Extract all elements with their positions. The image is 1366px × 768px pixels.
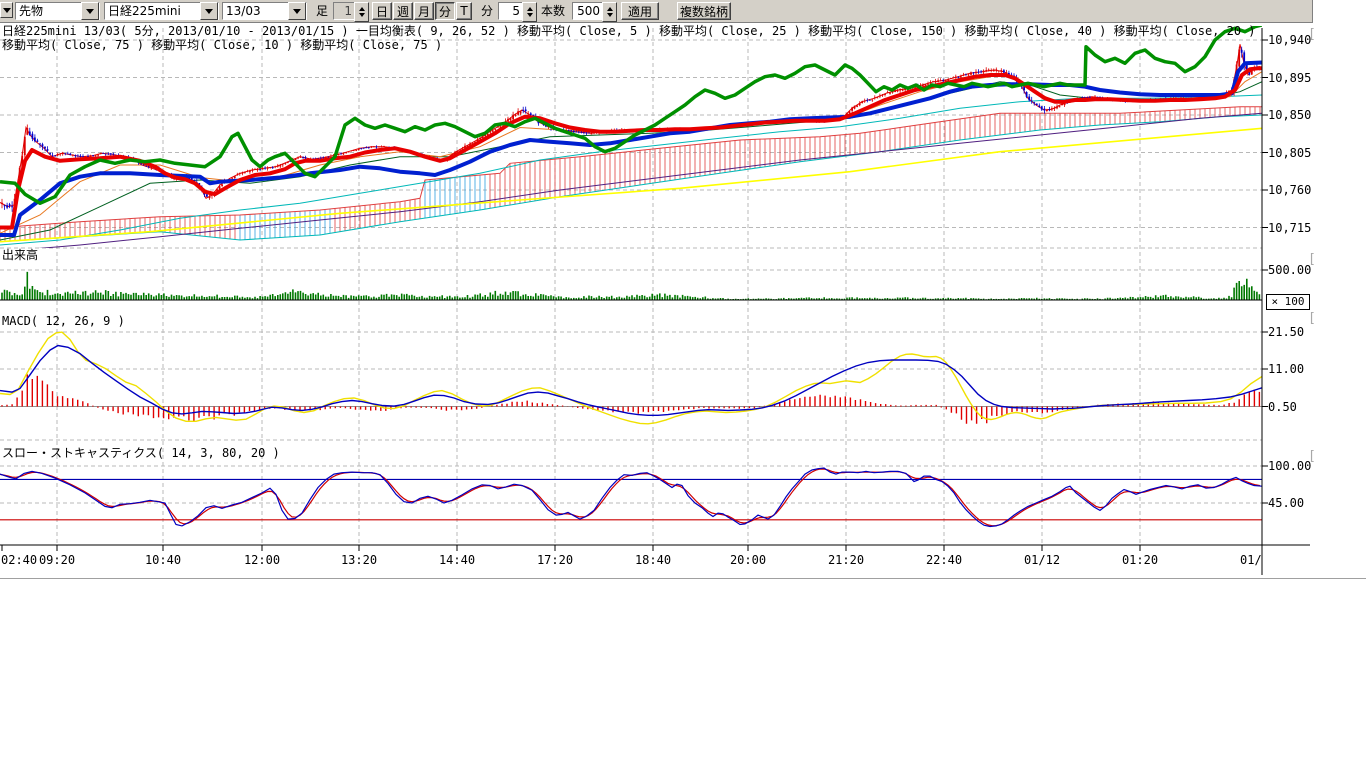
period-button-weekly[interactable]: 週 bbox=[393, 2, 413, 20]
spinner-arrows-icon[interactable] bbox=[354, 2, 369, 22]
ichimoku-cloud-hatch-blue bbox=[240, 175, 485, 240]
x-axis-tick-label: 21:20 bbox=[828, 553, 864, 567]
stoch-pane-label: スロー・ストキャスティクス( 14, 3, 80, 20 ) bbox=[2, 447, 280, 460]
grid-lines bbox=[0, 28, 1262, 545]
toolbar: 先物 日経225mini 13/03 足 1 日 週 月 分 T 分 5 本数 … bbox=[0, 0, 1313, 23]
instrument-type-value: 先物 bbox=[16, 3, 81, 19]
y-axis-label: 45.00 bbox=[1268, 496, 1304, 510]
chevron-down-icon bbox=[3, 8, 11, 13]
bars-value[interactable]: 500 bbox=[572, 2, 602, 20]
yellow-ma bbox=[0, 128, 1262, 241]
pane-handle-icon: [ bbox=[1308, 449, 1316, 464]
x-axis-tick-label: 01:20 bbox=[1122, 553, 1158, 567]
y-axis-label: 11.00 bbox=[1268, 362, 1304, 376]
spinner-arrows-icon[interactable] bbox=[522, 2, 537, 22]
ashi-interval-value: 1 bbox=[333, 2, 354, 20]
minutes-value[interactable]: 5 bbox=[498, 2, 522, 20]
y-axis-label: 10,850 bbox=[1268, 108, 1311, 122]
y-axis-label: 10,805 bbox=[1268, 146, 1311, 160]
y-axis-label: 0.50 bbox=[1268, 400, 1297, 414]
macd-pane[interactable] bbox=[0, 332, 1262, 424]
period-button-tick[interactable]: T bbox=[456, 2, 472, 20]
x-axis-tick-label: 01/12 bbox=[1024, 553, 1060, 567]
ashi-label: 足 bbox=[316, 2, 328, 20]
volume-pane[interactable] bbox=[2, 272, 1259, 300]
stoch-d-line bbox=[0, 469, 1260, 526]
cyan-ma bbox=[0, 95, 1262, 245]
period-button-daily[interactable]: 日 bbox=[372, 2, 392, 20]
chevron-down-icon[interactable] bbox=[288, 2, 306, 20]
chart-area[interactable]: 日経225mini 13/03( 5分, 2013/01/10 - 2013/0… bbox=[0, 22, 1366, 578]
chevron-down-icon[interactable] bbox=[200, 2, 218, 20]
pane-handle-icon: [ bbox=[1308, 252, 1316, 267]
period-button-monthly[interactable]: 月 bbox=[414, 2, 434, 20]
x-axis-tick-label: 13:20 bbox=[341, 553, 377, 567]
x-axis-tick-label: 02:40 bbox=[1, 553, 37, 567]
multi-symbol-button[interactable]: 複数銘柄 bbox=[677, 2, 731, 20]
period-button-minute[interactable]: 分 bbox=[435, 2, 455, 20]
x-axis-tick-label: 01/1 bbox=[1240, 553, 1262, 567]
y-axis-label: 10,895 bbox=[1268, 71, 1311, 85]
volume-multiplier-badge: × 100 bbox=[1266, 294, 1310, 310]
stoch-k-line bbox=[0, 468, 1262, 527]
pane-handle-icon: [ bbox=[1308, 27, 1316, 42]
x-axis-tick-label: 20:00 bbox=[730, 553, 766, 567]
contract-month-value: 13/03 bbox=[223, 3, 288, 19]
volume-bars bbox=[2, 272, 1259, 300]
stochastics-pane[interactable] bbox=[0, 468, 1262, 527]
clipped-combo-dropdown-icon[interactable] bbox=[0, 2, 13, 18]
x-axis-tick-label: 18:40 bbox=[635, 553, 671, 567]
macd-line bbox=[0, 346, 1262, 416]
instrument-type-select[interactable]: 先物 bbox=[15, 2, 100, 20]
ashi-interval-stepper[interactable]: 1 bbox=[333, 2, 369, 20]
x-axis-tick-label: 10:40 bbox=[145, 553, 181, 567]
y-axis-label: 10,715 bbox=[1268, 221, 1311, 235]
volume-pane-label: 出来高 bbox=[2, 249, 38, 262]
x-axis-tick-label: 22:40 bbox=[926, 553, 962, 567]
y-axis-label: 100.00 bbox=[1268, 459, 1311, 473]
legend-line-1: 日経225mini 13/03( 5分, 2013/01/10 - 2013/0… bbox=[2, 25, 1256, 38]
blue-thick-ma bbox=[0, 63, 1262, 236]
chart-bottom-border bbox=[0, 578, 1366, 579]
x-axis-tick-label: 17:20 bbox=[537, 553, 573, 567]
x-axis-tick-label: 09:20 bbox=[39, 553, 75, 567]
x-axis-tick-label: 14:40 bbox=[439, 553, 475, 567]
y-axis-label: 10,940 bbox=[1268, 33, 1311, 47]
chevron-down-icon[interactable] bbox=[81, 2, 99, 20]
apply-button[interactable]: 適用 bbox=[621, 2, 659, 20]
minutes-label: 分 bbox=[481, 2, 493, 20]
y-axis-label: 500.00 bbox=[1268, 263, 1311, 277]
minutes-stepper[interactable]: 5 bbox=[498, 2, 537, 20]
symbol-select[interactable]: 日経225mini bbox=[104, 2, 219, 20]
bars-label: 本数 bbox=[541, 2, 565, 20]
y-axis-label: 10,760 bbox=[1268, 183, 1311, 197]
macd-histogram bbox=[2, 374, 1259, 423]
bars-stepper[interactable]: 500 bbox=[572, 2, 617, 20]
spinner-arrows-icon[interactable] bbox=[602, 2, 617, 22]
main-price-pane[interactable] bbox=[0, 25, 1262, 252]
pane-handle-icon: [ bbox=[1308, 311, 1316, 326]
symbol-value: 日経225mini bbox=[105, 3, 200, 19]
chart-canvas[interactable] bbox=[0, 22, 1366, 578]
macd-pane-label: MACD( 12, 26, 9 ) bbox=[2, 315, 125, 328]
y-axis-label: 21.50 bbox=[1268, 325, 1304, 339]
trading-app-window: 先物 日経225mini 13/03 足 1 日 週 月 分 T 分 5 本数 … bbox=[0, 0, 1366, 768]
x-axis-tick-label: 12:00 bbox=[244, 553, 280, 567]
contract-month-select[interactable]: 13/03 bbox=[222, 2, 307, 20]
legend-line-2: 移動平均( Close, 75 ) 移動平均( Close, 10 ) 移動平均… bbox=[2, 39, 442, 52]
